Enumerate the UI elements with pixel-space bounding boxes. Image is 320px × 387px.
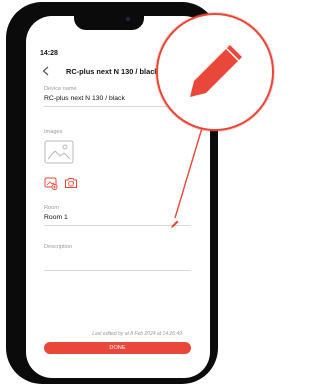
pencil-icon <box>190 45 242 97</box>
camera-icon <box>126 17 130 21</box>
stage: 14:28 RC-plus next N 130 / black Device … <box>0 0 279 387</box>
zoom-callout <box>156 13 274 131</box>
phone-notch <box>74 14 144 30</box>
